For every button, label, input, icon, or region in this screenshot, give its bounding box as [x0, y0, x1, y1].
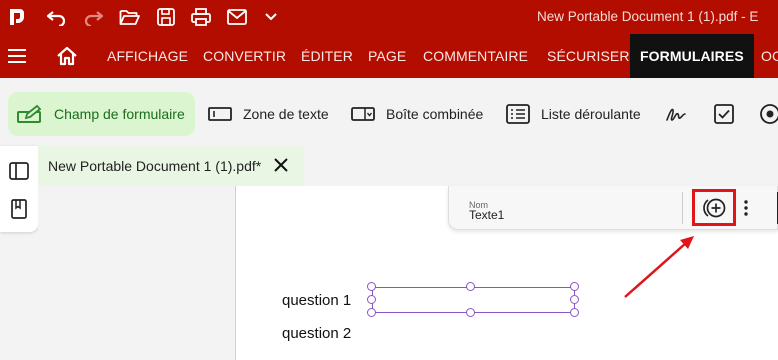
tab-formulaires[interactable]: FORMULAIRES — [630, 34, 754, 78]
divider — [682, 192, 683, 224]
text-field-button[interactable]: Zone de texte — [207, 92, 329, 136]
print-icon[interactable] — [188, 5, 214, 29]
menu-bar: AFFICHAGE CONVERTIR ÉDITER PAGE COMMENTA… — [0, 34, 778, 78]
side-panel — [0, 146, 38, 232]
list-box-label: Liste déroulante — [541, 106, 641, 122]
hamburger-menu-icon[interactable] — [6, 45, 28, 67]
resize-handle[interactable] — [570, 308, 579, 317]
resize-handle[interactable] — [367, 308, 376, 317]
text-field-icon — [208, 107, 232, 121]
bookmark-icon[interactable] — [8, 198, 30, 220]
window-title: New Portable Document 1 (1).pdf - E — [537, 9, 759, 24]
resize-handle[interactable] — [367, 295, 376, 304]
redo-icon[interactable] — [80, 5, 106, 29]
tab-affichage[interactable]: AFFICHAGE — [107, 34, 188, 78]
list-box-button[interactable]: Liste déroulante — [505, 92, 641, 136]
app-logo-icon[interactable] — [4, 5, 30, 29]
field-name-value[interactable]: Texte1 — [469, 208, 504, 222]
resize-handle[interactable] — [570, 295, 579, 304]
combo-box-label: Boîte combinée — [386, 106, 484, 122]
resize-handle[interactable] — [466, 308, 475, 317]
chevron-down-icon[interactable] — [258, 5, 284, 29]
sidebar-toggle-icon[interactable] — [8, 160, 30, 182]
title-bar: New Portable Document 1 (1).pdf - E — [0, 0, 778, 34]
document-tab[interactable]: New Portable Document 1 (1).pdf* — [38, 146, 304, 186]
resize-handle[interactable] — [367, 282, 376, 291]
combo-box-button[interactable]: Boîte combinée — [350, 92, 483, 136]
document-tab-label: New Portable Document 1 (1).pdf* — [48, 158, 262, 174]
question-1-label: question 1 — [282, 292, 352, 309]
tab-page[interactable]: PAGE — [368, 34, 406, 78]
forms-toolbar: Champ de formulaire Zone de texte Boîte … — [0, 78, 778, 146]
tab-securiser[interactable]: SÉCURISER — [547, 34, 630, 78]
add-action-button[interactable] — [692, 189, 736, 226]
combo-box-icon — [351, 107, 375, 121]
tab-convertir[interactable]: CONVERTIR — [203, 34, 286, 78]
add-circle-icon — [703, 198, 726, 217]
workspace-background — [38, 186, 235, 360]
form-field-button[interactable]: Champ de formulaire — [8, 92, 195, 136]
save-icon[interactable] — [153, 5, 179, 29]
tab-oc[interactable]: OC — [761, 34, 778, 78]
form-field-icon — [17, 104, 42, 123]
home-icon[interactable] — [55, 44, 79, 68]
signature-field-icon[interactable] — [664, 102, 688, 126]
field-property-bar: Nom Texte1 — [448, 186, 778, 230]
list-box-icon — [506, 104, 530, 124]
text-field-label: Zone de texte — [243, 106, 329, 122]
tab-editer[interactable]: ÉDITER — [301, 34, 353, 78]
mail-icon[interactable] — [224, 5, 250, 29]
open-folder-icon[interactable] — [117, 5, 143, 29]
resize-handle[interactable] — [570, 282, 579, 291]
undo-icon[interactable] — [44, 5, 70, 29]
form-field-label: Champ de formulaire — [54, 106, 185, 122]
radio-button-field-icon[interactable] — [758, 102, 778, 126]
more-options-icon[interactable] — [742, 197, 750, 219]
close-icon[interactable] — [272, 156, 290, 174]
tab-commentaire[interactable]: COMMENTAIRE — [423, 34, 528, 78]
question-2-label: question 2 — [282, 325, 352, 342]
checkbox-field-icon[interactable] — [712, 102, 736, 126]
resize-handle[interactable] — [466, 282, 475, 291]
